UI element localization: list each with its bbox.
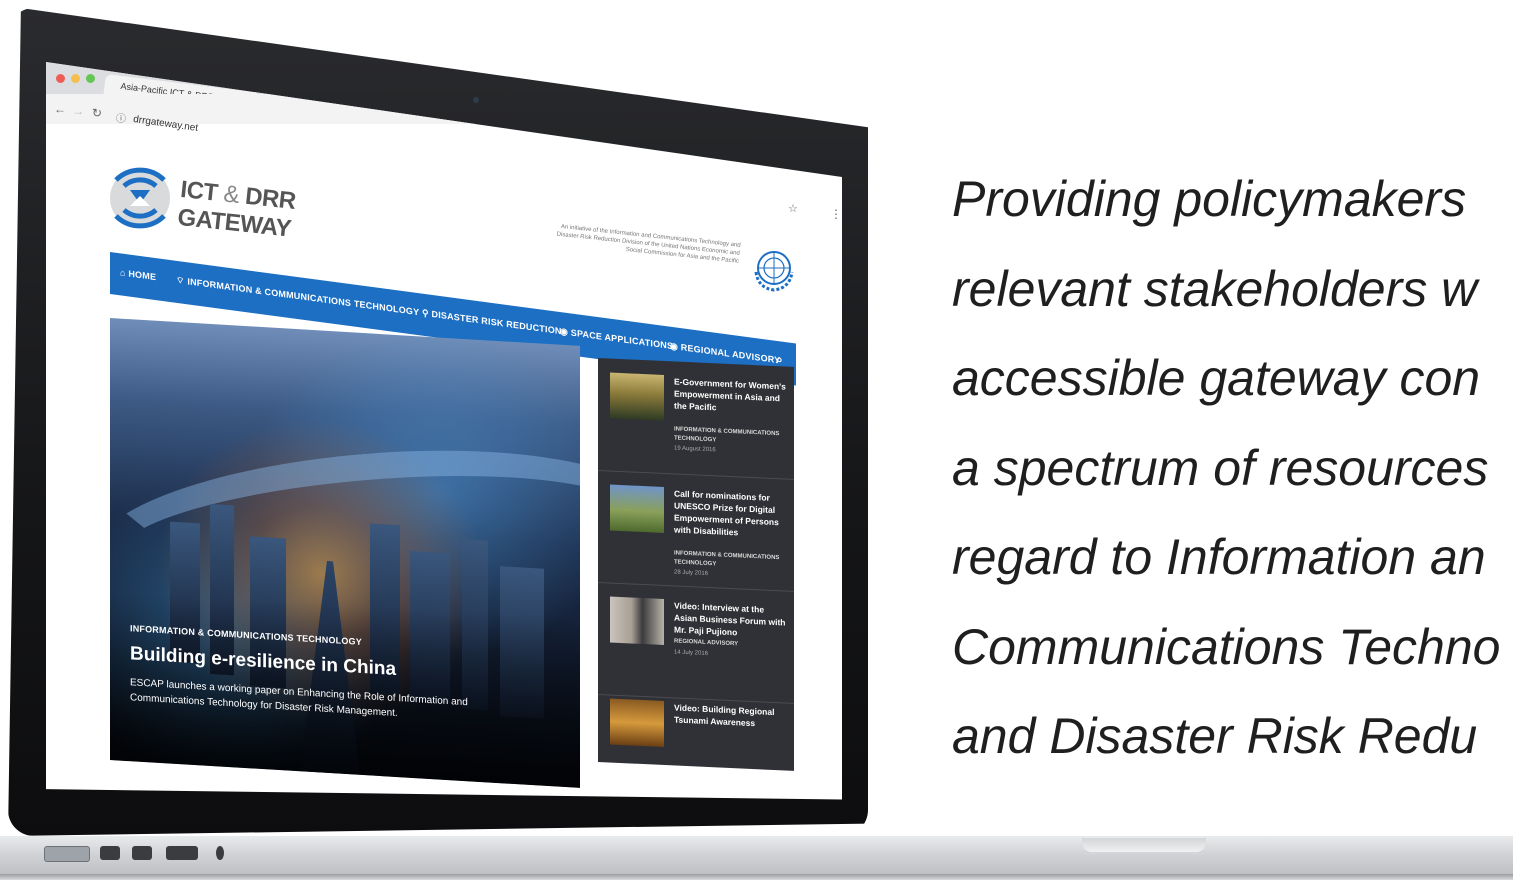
sd-card-port <box>44 846 90 862</box>
news-title[interactable]: Call for nominations for UNESCO Prize fo… <box>674 487 786 540</box>
news-title[interactable]: Video: Building Regional Tsunami Awarene… <box>674 701 786 730</box>
reload-icon[interactable]: ↻ <box>92 106 102 120</box>
hdmi-port <box>166 846 198 860</box>
promo-copy-line: Providing policymakers <box>952 171 1467 227</box>
nav-ict-label: INFORMATION & COMMUNICATIONS TECHNOLOGY <box>187 276 420 318</box>
laptop-opening-notch <box>1082 838 1206 852</box>
hero-banner[interactable]: INFORMATION & COMMUNICATIONS TECHNOLOGY … <box>110 318 580 788</box>
news-title[interactable]: Video: Interview at the Asian Business F… <box>674 599 786 640</box>
news-item[interactable]: E-Government for Women's Empowerment in … <box>598 358 794 480</box>
news-date: 19 August 2016 <box>674 445 716 454</box>
news-date: 28 July 2016 <box>674 569 709 577</box>
news-category[interactable]: INFORMATION & COMMUNICATIONS TECHNOLOGY <box>674 549 786 572</box>
promo-copy-line: Communications Techno <box>952 618 1501 675</box>
site-title-ict: ICT <box>179 176 226 208</box>
site-tagline: An initiative of the Information and Com… <box>556 223 741 265</box>
news-item[interactable]: Call for nominations for UNESCO Prize fo… <box>598 470 794 592</box>
news-thumbnail[interactable] <box>610 484 664 533</box>
site-title[interactable]: ICT & DRR GATEWAY <box>176 176 297 244</box>
promo-copy-line: accessible gateway con <box>952 350 1481 406</box>
news-category[interactable]: INFORMATION & COMMUNICATIONS TECHNOLOGY <box>674 425 786 448</box>
laptop-base-shadow <box>0 874 1513 880</box>
webcam <box>473 97 479 103</box>
promo-copy-line: regard to Information an <box>952 529 1486 585</box>
nav-space-label: SPACE APPLICATIONS <box>570 327 674 352</box>
news-thumbnail[interactable] <box>610 372 664 421</box>
nav-home[interactable]: ⌂ HOME <box>120 267 156 282</box>
laptop-screen: Asia-Pacific ICT & DRR Gatew × ← → ↻ ⓘ d… <box>46 62 842 800</box>
usb-port <box>132 846 152 860</box>
ict-drr-logo-icon[interactable] <box>108 158 172 238</box>
browser-menu-icon[interactable]: ⋮ <box>830 207 842 221</box>
nav-home-label: HOME <box>128 268 157 283</box>
promo-copy-line: and Disaster Risk Redu <box>952 708 1478 764</box>
window-minimize-dot[interactable] <box>71 74 80 83</box>
back-arrow-icon[interactable]: ← <box>54 102 66 116</box>
nav-drr[interactable]: ⚲ DISASTER RISK REDUCTION <box>422 308 562 338</box>
window-close-dot[interactable] <box>56 74 65 83</box>
laptop-mockup: Asia-Pacific ICT & DRR Gatew × ← → ↻ ⓘ d… <box>0 0 1513 880</box>
news-date: 14 July 2016 <box>674 649 709 657</box>
site-info-icon[interactable]: ⓘ <box>116 110 126 125</box>
news-sidebar: E-Government for Women's Empowerment in … <box>598 358 794 771</box>
usb-port <box>100 846 120 860</box>
news-thumbnail[interactable] <box>610 698 664 747</box>
promo-copy: Providing policymakers relevant stakehol… <box>952 155 1513 782</box>
forward-arrow-icon[interactable]: → <box>72 104 84 118</box>
window-zoom-dot[interactable] <box>86 74 95 83</box>
news-title[interactable]: E-Government for Women's Empowerment in … <box>674 375 786 416</box>
promo-copy-line: a spectrum of resources <box>952 439 1489 496</box>
bookmark-star-icon[interactable]: ☆ <box>788 202 798 215</box>
promo-copy-line: relevant stakeholders w <box>952 260 1478 317</box>
un-emblem-icon[interactable] <box>752 246 796 292</box>
news-thumbnail[interactable] <box>610 596 664 645</box>
headphone-jack <box>216 846 224 860</box>
nav-drr-label: DISASTER RISK REDUCTION <box>431 308 562 337</box>
nav-ict[interactable]: ⌔ INFORMATION & COMMUNICATIONS TECHNOLOG… <box>176 275 419 318</box>
news-item[interactable]: Video: Building Regional Tsunami Awarene… <box>598 684 794 771</box>
